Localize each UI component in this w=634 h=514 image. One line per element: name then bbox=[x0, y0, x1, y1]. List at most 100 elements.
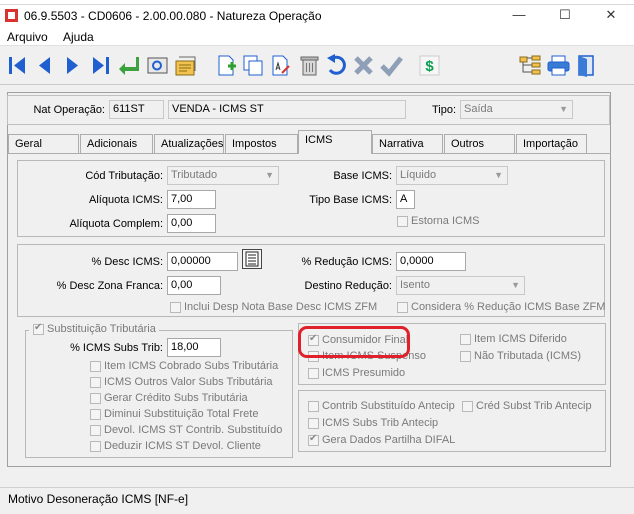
subst-tributaria-checkbox[interactable] bbox=[33, 322, 44, 335]
cred-subst-trib-checkbox[interactable] bbox=[462, 401, 473, 412]
gerar-credito-label: Gerar Crédito Subs Tributária bbox=[104, 392, 248, 404]
nao-tributada-checkbox[interactable] bbox=[460, 351, 471, 362]
tab-impostos[interactable]: Impostos bbox=[225, 134, 298, 153]
inclui-desp-checkbox[interactable] bbox=[170, 302, 181, 313]
base-icms-select[interactable]: Líquido ▼ bbox=[396, 166, 508, 185]
tipo-select[interactable]: Saída ▼ bbox=[460, 100, 573, 119]
gera-dados-difal-label: Gera Dados Partilha DIFAL bbox=[322, 434, 456, 446]
cod-tributacao-select[interactable]: Tributado ▼ bbox=[167, 166, 279, 185]
cod-tributacao-value: Tributado bbox=[171, 169, 218, 181]
nao-tributada-label: Não Tributada (ICMS) bbox=[474, 350, 581, 362]
chevron-down-icon: ▼ bbox=[511, 280, 520, 290]
calculator-icon[interactable] bbox=[242, 249, 262, 269]
icms-subs-trib-antecip-label: ICMS Subs Trib Antecip bbox=[322, 417, 439, 429]
estorna-icms-checkbox[interactable] bbox=[397, 216, 408, 227]
tab-outros[interactable]: Outros bbox=[444, 134, 515, 153]
cred-subst-trib-label: Créd Subst Trib Antecip bbox=[476, 400, 592, 412]
icms-presumido-label: ICMS Presumido bbox=[322, 367, 406, 379]
destino-reducao-select[interactable]: Isento ▼ bbox=[396, 276, 525, 295]
tab-adicionais[interactable]: Adicionais bbox=[80, 134, 153, 153]
chevron-down-icon: ▼ bbox=[559, 104, 568, 114]
first-record-icon[interactable] bbox=[5, 53, 30, 78]
undo-icon[interactable] bbox=[324, 53, 349, 78]
icms-outros-valor-label: ICMS Outros Valor Subs Tributária bbox=[104, 376, 273, 388]
reducao-icms-label: % Redução ICMS: bbox=[301, 256, 392, 268]
confirm-icon[interactable] bbox=[379, 53, 404, 78]
devol-icms-st-label: Devol. ICMS ST Contrib. Substituído bbox=[104, 424, 283, 436]
tab-atualizacoes[interactable]: Atualizações bbox=[154, 134, 224, 153]
report-icon[interactable] bbox=[173, 53, 198, 78]
deduzir-icms-st-checkbox[interactable] bbox=[90, 441, 101, 452]
toolbar: $ bbox=[0, 47, 634, 85]
aliquota-complem-field[interactable]: 0,00 bbox=[167, 214, 216, 233]
price-icon[interactable]: $ bbox=[417, 53, 442, 78]
svg-text:$: $ bbox=[425, 58, 434, 75]
tipo-select-value: Saída bbox=[464, 103, 493, 115]
copy-icon[interactable] bbox=[241, 53, 266, 78]
delete-icon[interactable] bbox=[297, 53, 322, 78]
exit-icon[interactable] bbox=[574, 53, 599, 78]
next-record-icon[interactable] bbox=[60, 53, 85, 78]
destino-reducao-label: Destino Redução: bbox=[304, 280, 392, 292]
tipo-label: Tipo: bbox=[431, 104, 456, 116]
item-icms-diferido-checkbox[interactable] bbox=[460, 334, 471, 345]
cod-tributacao-label: Cód Tributação: bbox=[85, 170, 163, 182]
tab-importacao[interactable]: Importação bbox=[516, 134, 587, 153]
contrib-substituido-checkbox[interactable] bbox=[308, 401, 319, 412]
aliquota-icms-field[interactable]: 7,00 bbox=[167, 190, 216, 209]
chevron-down-icon: ▼ bbox=[265, 170, 274, 180]
desc-icms-label: % Desc ICMS: bbox=[91, 256, 163, 268]
considera-reducao-label: Considera % Redução ICMS Base ZFM bbox=[411, 301, 606, 313]
icms-subs-trib-field[interactable]: 18,00 bbox=[167, 338, 221, 357]
cancel-icon[interactable] bbox=[351, 53, 376, 78]
minimize-button[interactable]: — bbox=[496, 5, 542, 27]
prev-record-icon[interactable] bbox=[32, 53, 57, 78]
estorna-icms-label: Estorna ICMS bbox=[411, 215, 480, 227]
gerar-credito-checkbox[interactable] bbox=[90, 393, 101, 404]
inclui-desp-label: Inclui Desp Nota Base Desc ICMS ZFM bbox=[184, 301, 378, 313]
return-icon[interactable] bbox=[116, 53, 141, 78]
tipo-base-icms-label: Tipo Base ICMS: bbox=[309, 194, 392, 206]
base-icms-label: Base ICMS: bbox=[333, 170, 392, 182]
tab-icms[interactable]: ICMS bbox=[298, 130, 372, 154]
considera-reducao-checkbox[interactable] bbox=[397, 302, 408, 313]
menu-bar: Arquivo Ajuda bbox=[0, 27, 634, 46]
title-bar: 06.9.5503 - CD0606 - 2.00.00.080 - Natur… bbox=[0, 5, 634, 27]
diminui-substituicao-label: Diminui Substituição Total Frete bbox=[104, 408, 259, 420]
close-button[interactable]: ✕ bbox=[588, 5, 634, 27]
tab-narrativa[interactable]: Narrativa bbox=[372, 134, 443, 153]
nat-operacao-desc-field[interactable]: VENDA - ICMS ST bbox=[168, 100, 406, 119]
maximize-button[interactable]: ☐ bbox=[542, 5, 588, 27]
status-text: Motivo Desoneração ICMS [NF-e] bbox=[8, 492, 189, 506]
icms-subs-trib-label: % ICMS Subs Trib: bbox=[70, 342, 163, 354]
reducao-icms-field[interactable]: 0,0000 bbox=[396, 252, 466, 271]
item-icms-cobrado-checkbox[interactable] bbox=[90, 361, 101, 372]
new-icon[interactable] bbox=[214, 53, 239, 78]
tipo-base-icms-field[interactable]: A bbox=[396, 190, 415, 209]
nat-operacao-code-field[interactable]: 611ST bbox=[109, 100, 164, 119]
diminui-substituicao-checkbox[interactable] bbox=[90, 409, 101, 420]
icms-outros-valor-checkbox[interactable] bbox=[90, 377, 101, 388]
print-icon[interactable] bbox=[546, 53, 571, 78]
edit-icon[interactable] bbox=[268, 53, 293, 78]
last-record-icon[interactable] bbox=[88, 53, 113, 78]
aliquota-complem-label: Alíquota Complem: bbox=[69, 218, 163, 230]
tree-icon[interactable] bbox=[518, 53, 543, 78]
annotation-highlight bbox=[298, 326, 410, 358]
icms-presumido-checkbox[interactable] bbox=[308, 368, 319, 379]
gera-dados-difal-checkbox[interactable] bbox=[308, 433, 319, 446]
menu-ajuda[interactable]: Ajuda bbox=[63, 30, 94, 44]
menu-arquivo[interactable]: Arquivo bbox=[7, 30, 48, 44]
subst-tributaria-legend: Substituição Tributária bbox=[29, 322, 159, 336]
devol-icms-st-checkbox[interactable] bbox=[90, 425, 101, 436]
icms-subs-trib-antecip-checkbox[interactable] bbox=[308, 418, 319, 429]
subst-tributaria-title: Substituição Tributária bbox=[47, 323, 156, 335]
desc-icms-field[interactable]: 0,00000 bbox=[167, 252, 238, 271]
view-icon[interactable] bbox=[145, 53, 170, 78]
desc-zona-franca-field[interactable]: 0,00 bbox=[167, 276, 221, 295]
status-bar: Motivo Desoneração ICMS [NF-e] bbox=[0, 487, 634, 514]
desc-zona-franca-label: % Desc Zona Franca: bbox=[56, 280, 163, 292]
deduzir-icms-st-label: Deduzir ICMS ST Devol. Cliente bbox=[104, 440, 261, 452]
tab-geral[interactable]: Geral bbox=[8, 134, 79, 153]
contrib-substituido-label: Contrib Substituído Antecip bbox=[322, 400, 455, 412]
